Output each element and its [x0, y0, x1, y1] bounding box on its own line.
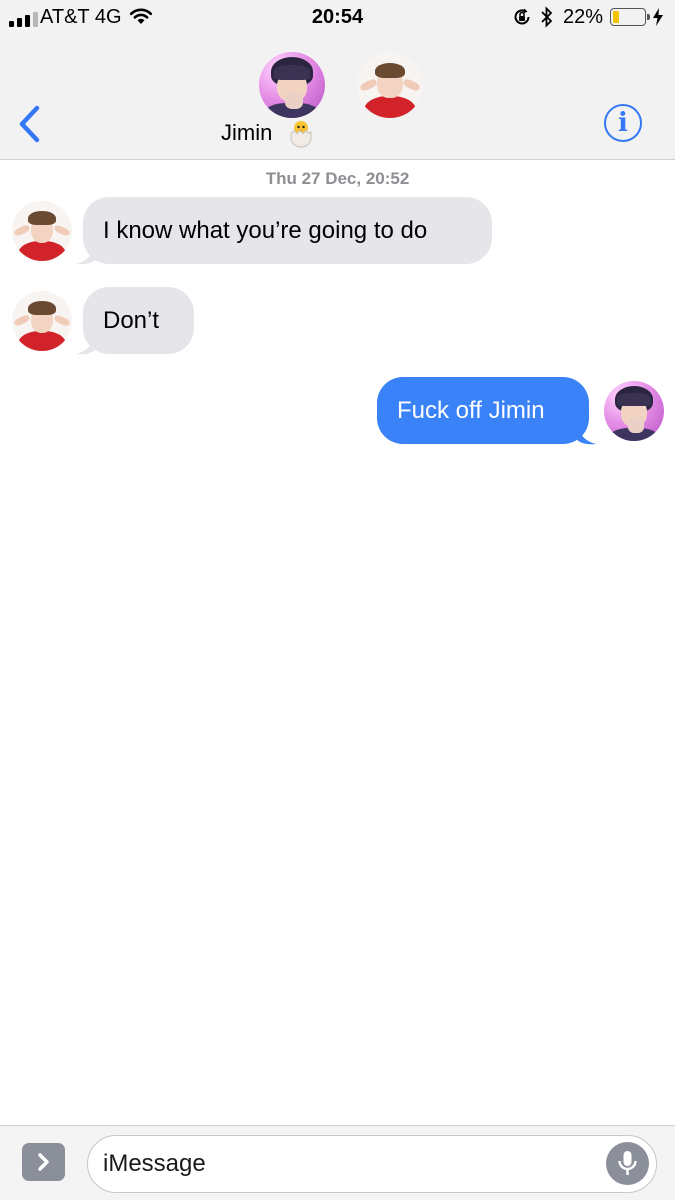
message-text: Fuck off Jimin	[397, 396, 545, 424]
status-bar: AT&T 4G 20:54 22%	[0, 0, 675, 36]
contact-avatar-primary[interactable]	[259, 52, 325, 118]
chevron-left-icon[interactable]	[16, 104, 44, 149]
message-input[interactable]	[103, 1146, 583, 1182]
contact-name[interactable]: Jimin	[221, 120, 272, 146]
incoming-message-bubble[interactable]: I know what you’re going to do	[83, 197, 492, 264]
battery-icon	[610, 8, 650, 26]
rotation-lock-icon	[512, 7, 532, 32]
message-text: Don’t	[103, 306, 160, 334]
battery-percentage: 22%	[563, 6, 604, 28]
battery-level-fill	[613, 11, 619, 23]
microphone-icon[interactable]	[606, 1142, 649, 1185]
info-icon[interactable]: i	[604, 104, 642, 142]
message-field[interactable]	[87, 1135, 657, 1193]
charging-bolt-icon	[652, 7, 664, 32]
chevron-right-icon[interactable]	[22, 1143, 65, 1181]
message-input-bar	[0, 1125, 675, 1200]
my-avatar[interactable]	[604, 381, 664, 441]
message-timestamp: Thu 27 Dec, 20:52	[265, 169, 410, 188]
message-text: I know what you’re going to do	[103, 216, 428, 244]
incoming-message-bubble[interactable]: Don’t	[83, 287, 194, 354]
outgoing-message-bubble[interactable]: Fuck off Jimin	[377, 377, 589, 444]
hatching-chick-emoji-icon	[286, 118, 316, 153]
contact-avatar-secondary[interactable]	[357, 52, 423, 118]
conversation-header: Jimin i	[0, 36, 675, 160]
sender-avatar[interactable]	[12, 291, 72, 351]
bluetooth-icon	[540, 6, 554, 33]
sender-avatar[interactable]	[12, 201, 72, 261]
